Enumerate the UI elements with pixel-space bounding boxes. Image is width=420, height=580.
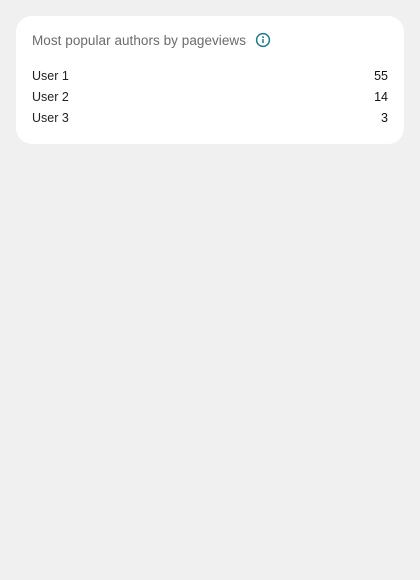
author-list: User 1 55 User 2 14 User 3 3 [32, 65, 388, 128]
list-item[interactable]: User 2 14 [32, 86, 388, 107]
popular-authors-card: Most popular authors by pageviews User 1… [16, 16, 404, 144]
list-item[interactable]: User 3 3 [32, 107, 388, 128]
author-pageviews: 55 [374, 68, 388, 83]
list-item[interactable]: User 1 55 [32, 65, 388, 86]
author-name: User 2 [32, 89, 69, 104]
author-pageviews: 14 [374, 89, 388, 104]
author-name: User 3 [32, 110, 69, 125]
card-header: Most popular authors by pageviews [32, 31, 388, 49]
author-pageviews: 3 [381, 110, 388, 125]
author-name: User 1 [32, 68, 69, 83]
card-title: Most popular authors by pageviews [32, 32, 247, 48]
info-icon[interactable] [255, 32, 271, 48]
